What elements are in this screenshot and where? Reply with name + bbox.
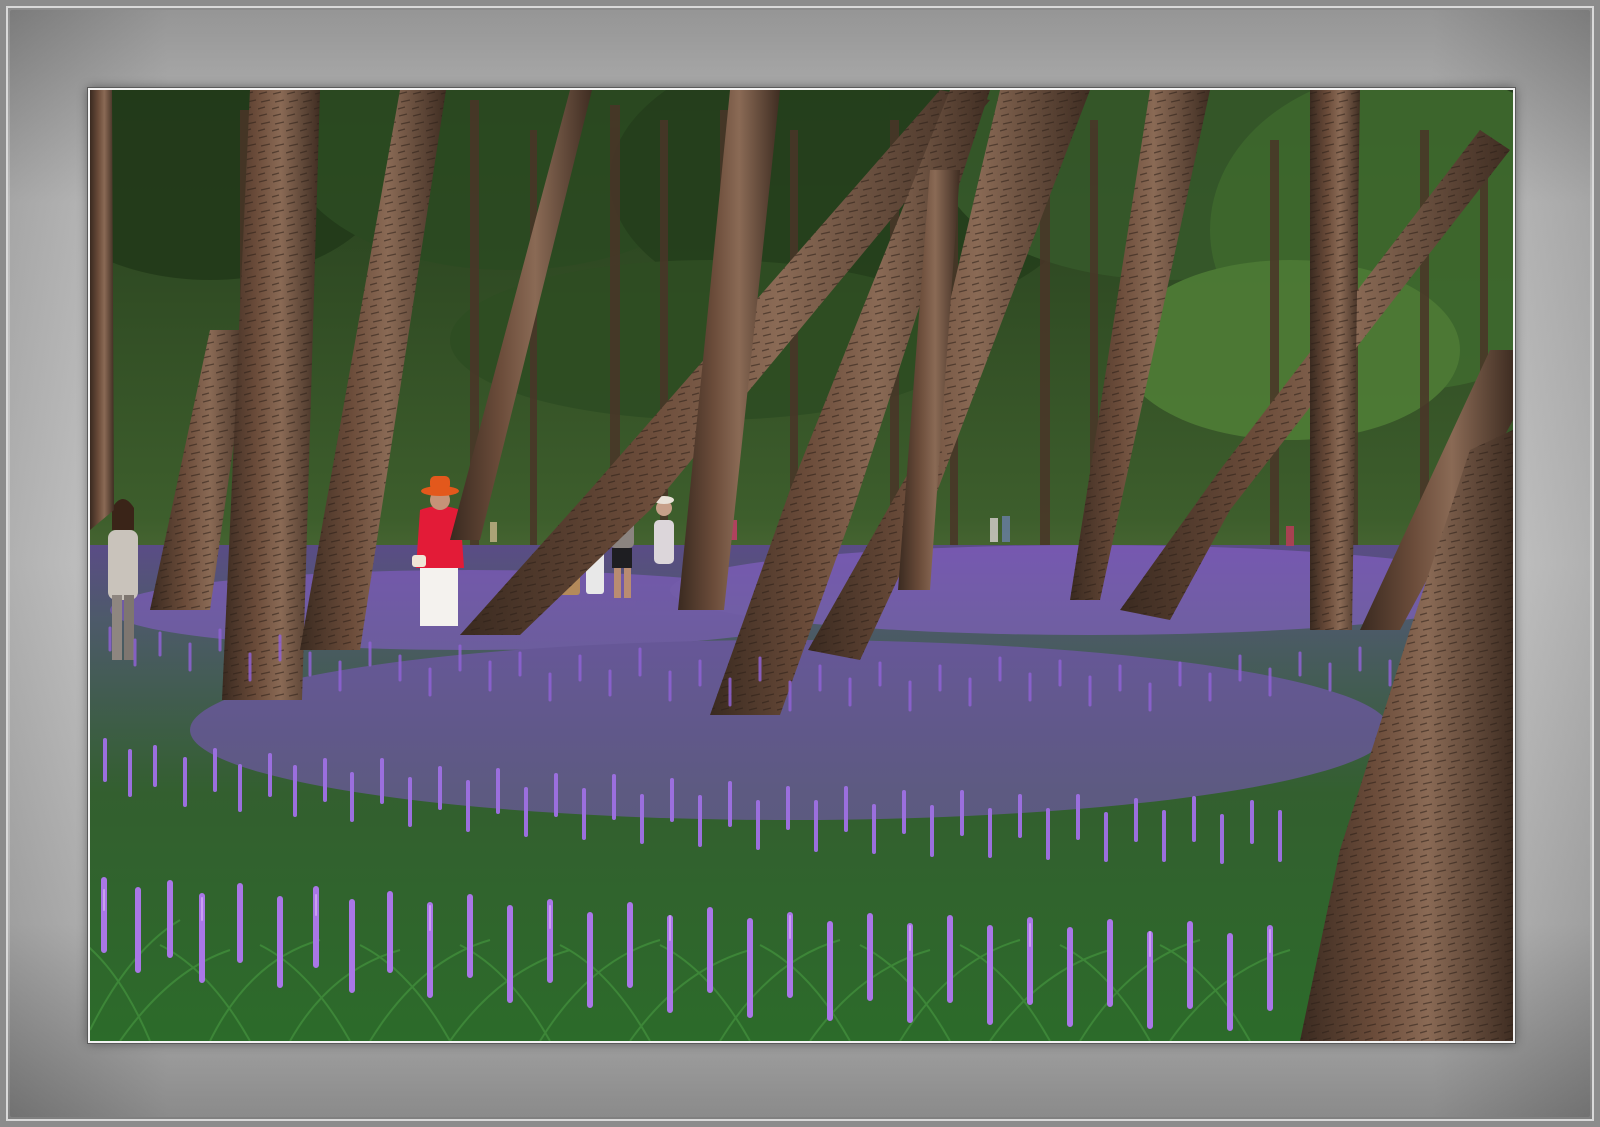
forest-photo <box>88 88 1515 1043</box>
forest-scene <box>90 90 1513 1041</box>
trunk-far-left <box>90 90 114 530</box>
picture-frame <box>0 0 1600 1127</box>
person-white-hat <box>654 496 674 564</box>
